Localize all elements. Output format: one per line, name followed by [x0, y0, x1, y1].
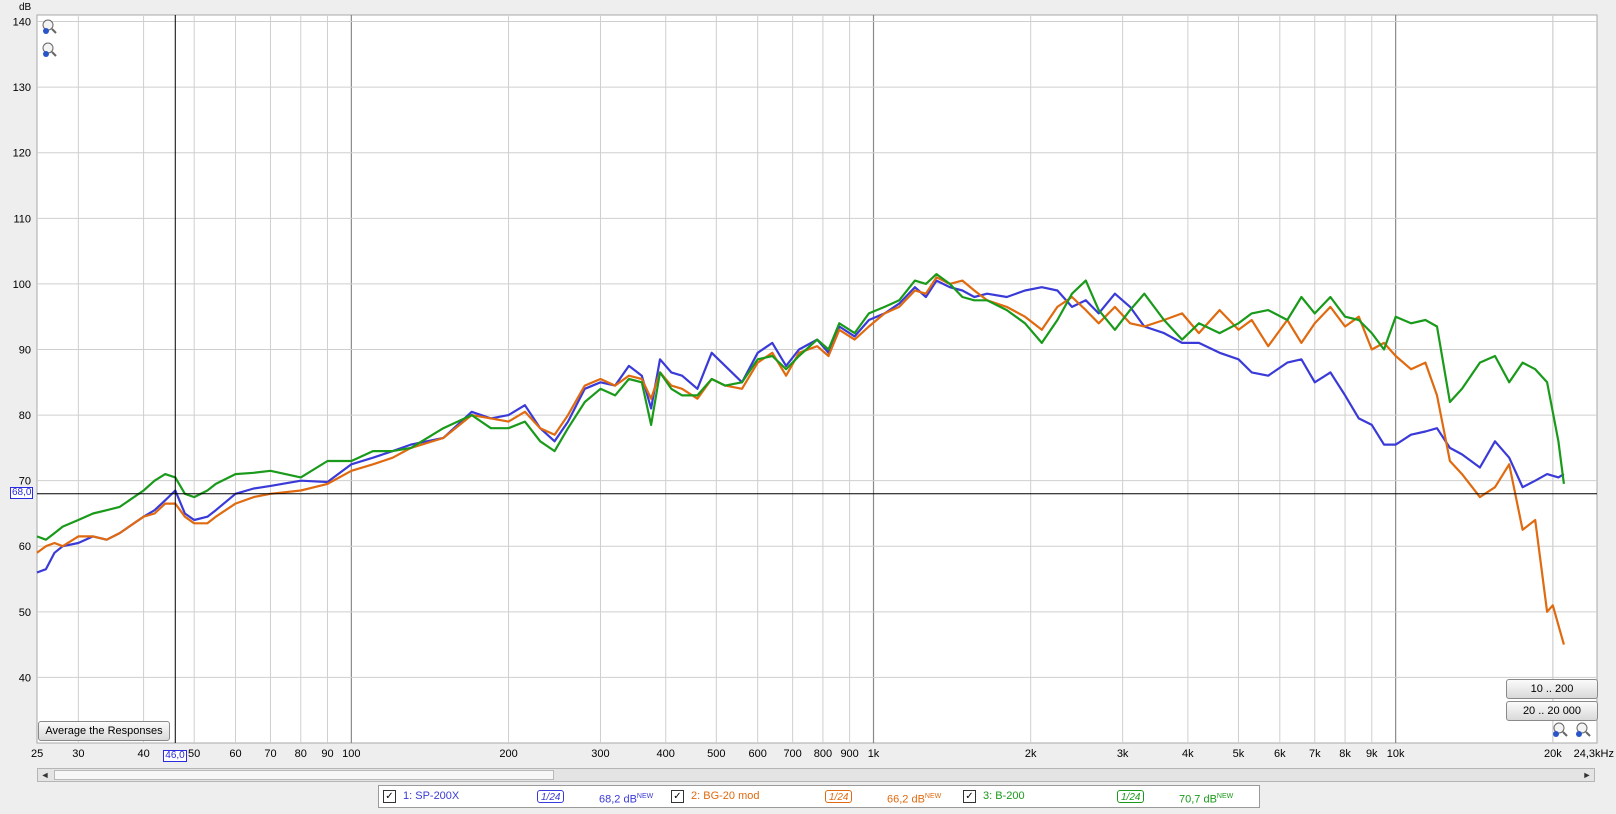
x-tick-label: 70: [264, 748, 276, 760]
scroll-right-icon[interactable]: ►: [1580, 769, 1594, 781]
x-tick-label: 800: [814, 748, 832, 760]
y-tick-label: 40: [19, 672, 31, 684]
x-tick-label: 7k: [1309, 748, 1321, 760]
x-tick-label: 600: [748, 748, 766, 760]
legend-smoothing-2[interactable]: 1/24: [825, 790, 853, 803]
y-tick-label: 100: [13, 279, 31, 291]
y-tick-label: 60: [19, 541, 31, 553]
y-tick-label: 110: [13, 213, 31, 225]
x-tick-label: 200: [499, 748, 517, 760]
y-tick-label: 120: [13, 148, 31, 160]
legend-smoothing-3[interactable]: 1/24: [1117, 790, 1145, 803]
x-tick-label: 20k: [1544, 748, 1562, 760]
frequency-response-chart[interactable]: 40506070809010011012013014025 30 40 50 60 70 8…: [0, 0, 1616, 768]
x-tick-label: 60: [229, 748, 241, 760]
y-tick-label: 50: [19, 607, 31, 619]
legend-level-1: 68,2 dBNEW: [599, 793, 654, 806]
horizontal-scrollbar[interactable]: ◄ ►: [37, 768, 1595, 782]
x-tick-label: 24,3kHz: [1574, 748, 1614, 760]
x-tick-label: 8k: [1339, 748, 1351, 760]
scroll-left-icon[interactable]: ◄: [38, 769, 52, 781]
legend-level-2: 66,2 dBNEW: [887, 793, 942, 806]
x-tick-label: 80: [295, 748, 307, 760]
x-tick-label: 700: [783, 748, 801, 760]
x-tick-label: 300: [591, 748, 609, 760]
y-tick-label: 140: [13, 17, 31, 29]
range-10-200-button[interactable]: 10 .. 200: [1506, 679, 1598, 699]
x-tick-label: 400: [657, 748, 675, 760]
x-tick-label: 4k: [1182, 748, 1194, 760]
cursor-y-readout: 68,0: [10, 486, 34, 499]
x-tick-label: 50: [188, 748, 200, 760]
x-tick-label: 5k: [1233, 748, 1245, 760]
x-tick-label: 6k: [1274, 748, 1286, 760]
measurement-legend: ✓ 1: SP-200X 1/24 68,2 dBNEW ✓ 2: BG-20 …: [378, 785, 1260, 808]
legend-checkbox-3[interactable]: ✓: [963, 790, 976, 803]
x-tick-label: 500: [707, 748, 725, 760]
legend-checkbox-1[interactable]: ✓: [383, 790, 396, 803]
plot-area[interactable]: [36, 14, 1598, 744]
x-tick-label: 2k: [1025, 748, 1037, 760]
average-responses-button[interactable]: Average the Responses: [38, 721, 170, 741]
x-tick-label: 10k: [1387, 748, 1405, 760]
y-axis-unit: dB: [19, 2, 32, 13]
cursor-x-readout: 46,0: [163, 750, 187, 762]
y-tick-label: 80: [19, 410, 31, 422]
x-tick-label: 100: [342, 748, 360, 760]
legend-label-3: 3: B-200: [983, 790, 1025, 802]
legend-level-3: 70,7 dBNEW: [1179, 793, 1234, 806]
legend-label-1: 1: SP-200X: [403, 790, 460, 802]
x-tick-label: 30: [72, 748, 84, 760]
x-tick-label: 9k: [1366, 748, 1378, 760]
x-tick-label: 1k: [868, 748, 880, 760]
scrollbar-thumb[interactable]: [54, 770, 554, 780]
legend-checkbox-2[interactable]: ✓: [671, 790, 684, 803]
x-tick-label: 90: [321, 748, 333, 760]
y-tick-label: 90: [19, 344, 31, 356]
legend-label-2: 2: BG-20 mod: [691, 790, 760, 802]
x-tick-label: 3k: [1117, 748, 1129, 760]
range-20-20000-button[interactable]: 20 .. 20 000: [1506, 701, 1598, 721]
x-tick-label: 40: [137, 748, 149, 760]
x-tick-label: 25: [31, 748, 43, 760]
y-tick-label: 130: [13, 82, 31, 94]
legend-smoothing-1[interactable]: 1/24: [537, 790, 565, 803]
x-tick-label: 900: [840, 748, 858, 760]
